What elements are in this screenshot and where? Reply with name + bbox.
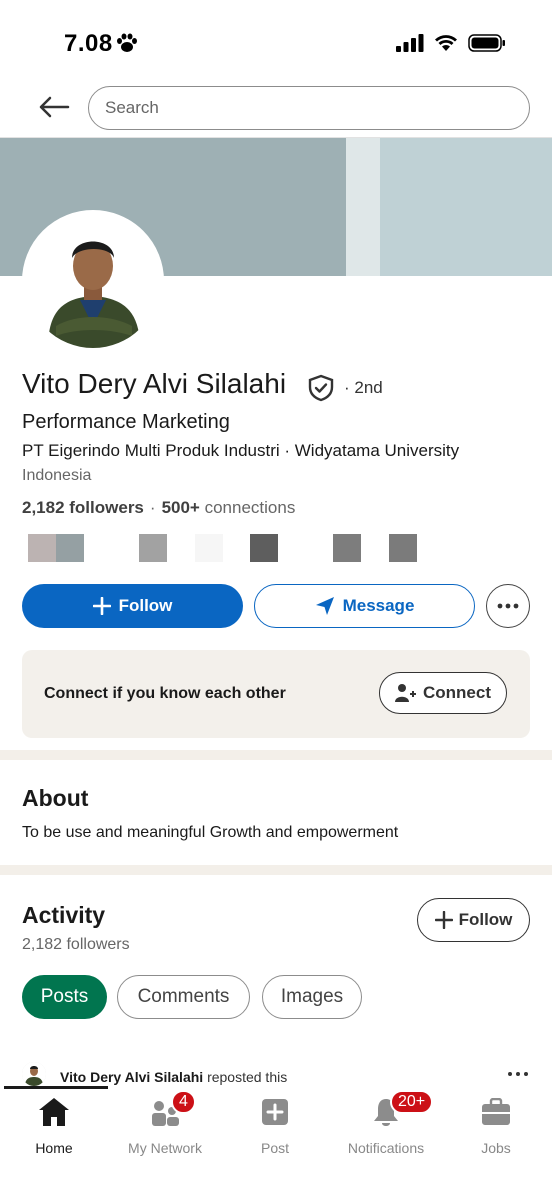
send-icon (315, 597, 334, 615)
plus-icon (434, 911, 453, 929)
verified-shield-icon[interactable] (306, 374, 336, 402)
nav-jobs[interactable]: Jobs (441, 1096, 551, 1156)
followers-count: 2,182 followers (22, 498, 144, 517)
battery-icon (468, 34, 505, 52)
notifications-badge: 20+ (390, 1090, 434, 1114)
more-horizontal-icon (497, 603, 519, 609)
filter-pill-images[interactable]: Images (262, 975, 362, 1019)
connect-button[interactable]: Connect (379, 672, 507, 714)
activity-title: Activity (22, 902, 106, 928)
status-bar: 7.08 (0, 0, 552, 80)
follow-button[interactable]: Follow (22, 584, 243, 628)
nav-my-network[interactable]: 4 My Network (110, 1090, 220, 1156)
follow-button-label: Follow (118, 596, 173, 615)
search-input[interactable] (88, 86, 530, 130)
post-more-icon[interactable] (506, 1064, 530, 1084)
follower-connection-counts[interactable]: 2,182 followers · 500+ connections (22, 498, 295, 518)
nav-post-label: Post (260, 1140, 289, 1156)
post-icon (262, 1099, 288, 1125)
message-button-label: Message (342, 596, 415, 615)
filter-pill-comments[interactable]: Comments (117, 975, 250, 1019)
nav-home[interactable]: Home (0, 1096, 109, 1156)
message-button[interactable]: Message (254, 584, 475, 628)
back-button[interactable] (36, 92, 72, 122)
mutual-avatar (139, 534, 167, 562)
nav-jobs-label: Jobs (481, 1140, 511, 1156)
mutual-avatar (56, 534, 84, 562)
activity-follow-button[interactable]: Follow (417, 898, 530, 942)
post-author-avatar (22, 1062, 46, 1086)
nav-notifications-label: Notifications (347, 1140, 425, 1156)
home-icon (39, 1098, 69, 1126)
signal-bars-icon (396, 34, 424, 52)
connections-label: connections (204, 498, 296, 517)
section-divider (0, 865, 552, 875)
nav-my-network-label: My Network (128, 1140, 202, 1156)
mutual-avatar (250, 534, 278, 562)
nav-post[interactable]: Post (220, 1096, 330, 1156)
connections-count-wrap: 500+ connections (162, 498, 296, 518)
post-action: reposted this (207, 1069, 288, 1085)
profile-company-education[interactable]: PT Eigerindo Multi Produk Industri · Wid… (22, 441, 459, 461)
network-badge: 4 (171, 1090, 196, 1114)
filter-pill-posts[interactable]: Posts (22, 975, 107, 1019)
post-author-name: Vito Dery Alvi Silalahi (60, 1069, 204, 1085)
active-tab-indicator (4, 1086, 108, 1089)
search-header (0, 80, 552, 138)
add-person-icon (395, 684, 416, 702)
profile-name: Vito Dery Alvi Silalahi (22, 368, 287, 399)
more-options-button[interactable] (486, 584, 530, 628)
mutual-avatar (333, 534, 361, 562)
connect-suggestion-card: Connect if you know each other Connect (22, 650, 530, 738)
arrow-left-icon (39, 96, 70, 118)
activity-follow-label: Follow (458, 910, 513, 929)
mutual-avatar (195, 534, 223, 562)
about-title: About (22, 785, 89, 811)
connect-suggestion-text: Connect if you know each other (44, 685, 286, 702)
wifi-icon (435, 35, 457, 51)
about-text: To be use and meaningful Growth and empo… (22, 824, 399, 841)
section-divider (0, 750, 552, 760)
post-header-text: Vito Dery Alvi Silalahi reposted this (60, 1069, 287, 1085)
connect-button-label: Connect (423, 683, 491, 702)
nav-home-label: Home (35, 1140, 73, 1156)
activity-followers: 2,182 followers (22, 936, 130, 953)
profile-location: Indonesia (22, 467, 92, 484)
profile-headline: Performance Marketing (22, 411, 230, 433)
connection-degree: · 2nd (344, 378, 383, 397)
status-time: 7.08 (64, 30, 113, 57)
connections-count: 500+ (161, 498, 200, 517)
activity-post-header[interactable]: Vito Dery Alvi Silalahi reposted this (22, 1062, 530, 1088)
nav-notifications[interactable]: 20+ Notifications (331, 1090, 441, 1156)
bottom-navigation: Home 4 My Network Post 20+ Notifications… (0, 1088, 552, 1200)
profile-avatar[interactable] (22, 210, 164, 352)
paw-icon (117, 33, 137, 52)
mutual-avatar (28, 534, 56, 562)
counts-separator: · (149, 498, 156, 517)
profile-photo (26, 214, 160, 348)
mutual-avatar (389, 534, 417, 562)
briefcase-icon (482, 1098, 510, 1125)
plus-icon (92, 597, 111, 615)
